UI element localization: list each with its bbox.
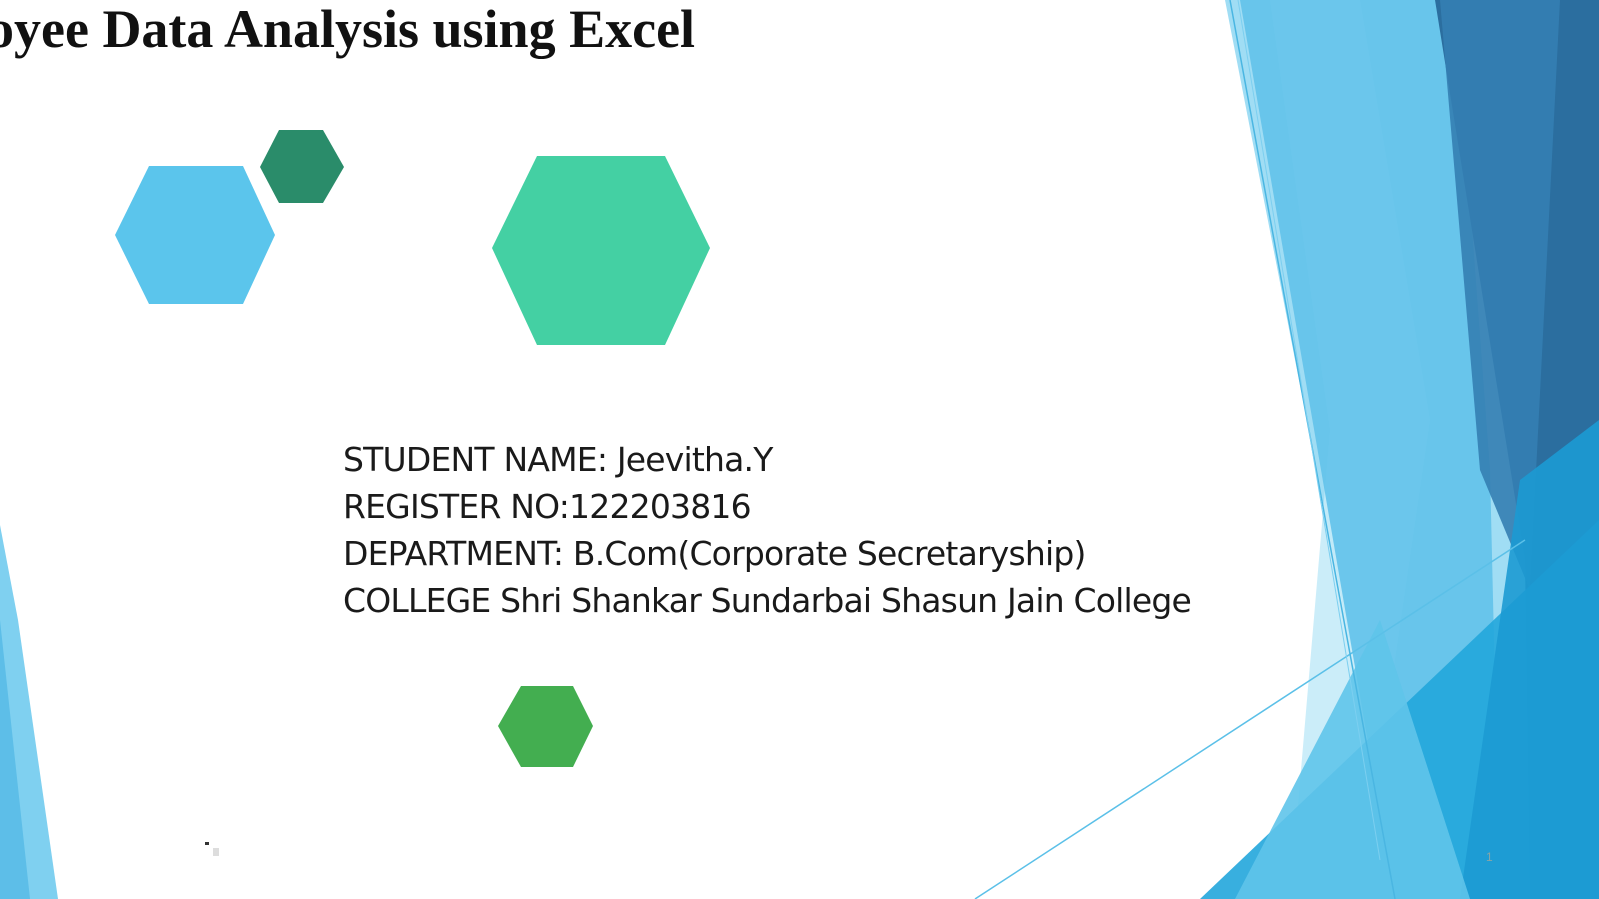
college-line: COLLEGE Shri Shankar Sundarbai Shasun Ja…	[343, 581, 1192, 620]
student-info-block: STUDENT NAME: Jeevitha.Y REGISTER NO:122…	[343, 436, 1192, 624]
hexagon-icon	[260, 130, 344, 203]
register-number-line: REGISTER NO:122203816	[343, 487, 752, 526]
student-name-line: STUDENT NAME: Jeevitha.Y	[343, 440, 773, 479]
title-slide: loyee Data Analysis using Excel STUDENT …	[0, 0, 1599, 899]
slide-title: loyee Data Analysis using Excel	[0, 0, 696, 59]
department-line: DEPARTMENT: B.Com(Corporate Secretaryshi…	[343, 534, 1086, 573]
hexagon-icon	[492, 156, 710, 345]
hexagon-icon	[115, 166, 275, 304]
footer-mark-icon	[205, 842, 219, 856]
slide-number: 1	[1486, 850, 1493, 864]
hexagon-icon	[498, 686, 593, 767]
